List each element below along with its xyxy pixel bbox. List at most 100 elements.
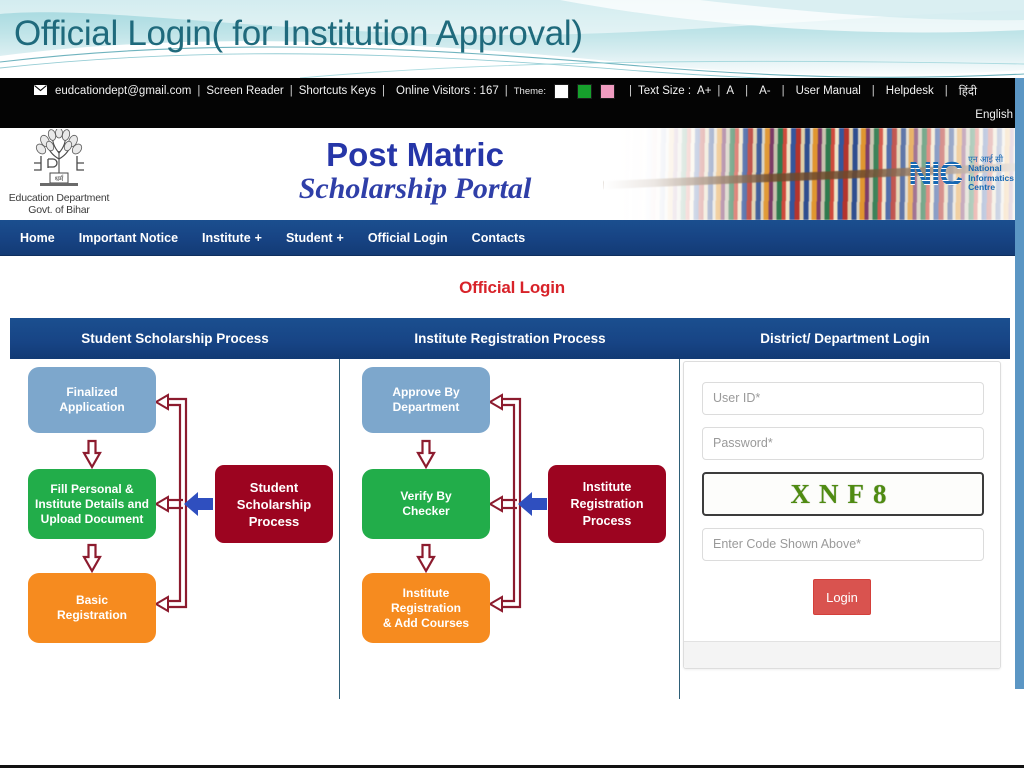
flow-node-institute-registration-process: Institute Registration Process <box>548 465 666 543</box>
login-button[interactable]: Login <box>813 579 871 615</box>
captcha-text: XNF8 <box>790 478 896 509</box>
login-panel-footer <box>684 641 1000 668</box>
emblem-line-1: Education Department <box>8 192 110 204</box>
separator: | <box>289 85 293 97</box>
email-address[interactable]: eudcationdept@gmail.com <box>52 85 194 97</box>
nav-item-official-login[interactable]: Official Login <box>356 220 460 256</box>
user-id-input[interactable] <box>702 382 984 415</box>
online-visitors: Online Visitors : 167 <box>396 85 499 97</box>
text-size-label: Text Size : <box>637 85 692 97</box>
panel-body: Finalized Application Fill Personal & In… <box>10 359 1010 699</box>
flow-node-line: Fill Personal & <box>50 481 134 496</box>
helpdesk-link[interactable]: Helpdesk <box>883 85 937 97</box>
bihar-government-emblem-icon: धर्म <box>34 129 84 186</box>
nav-label: Important Notice <box>78 230 179 245</box>
bihar-government-emblem: धर्म Education Department Govt. of Bihar <box>6 129 112 216</box>
nav-item-institute[interactable]: Institute + <box>190 220 274 256</box>
separator: | <box>382 85 386 97</box>
column-header-district-department-login: District/ Department Login <box>760 331 930 346</box>
password-input[interactable] <box>702 427 984 460</box>
flow-node-line: Finalized <box>66 385 118 399</box>
separator: | <box>871 85 875 97</box>
slide-title-band: Official Login( for Institution Approval… <box>0 0 1024 78</box>
page-content: Official Login Student Scholarship Proce… <box>0 256 1024 768</box>
user-manual-link[interactable]: User Manual <box>793 85 864 97</box>
flow-node-line: Approve By <box>392 385 460 399</box>
flow-node-line: Department <box>392 400 460 414</box>
nav-item-important-notice[interactable]: Important Notice <box>67 220 190 256</box>
language-hindi-link[interactable]: हिंदी <box>956 84 980 99</box>
column-header-institute-registration: Institute Registration Process <box>414 331 606 346</box>
separator: | <box>944 85 948 97</box>
flow-node-line: Student <box>249 479 299 495</box>
brand-line-1: Post Matric <box>326 136 504 173</box>
flow-diagram-institute: Approve By Department Verify By Checker <box>340 359 679 659</box>
separator: | <box>745 85 749 97</box>
text-size-normal[interactable]: A <box>723 85 737 97</box>
nic-logo: NIC एन आई सी National Informatics Centre <box>908 154 1014 193</box>
flow-node-line: Institute <box>582 479 632 494</box>
panel-header-row: Student Scholarship Process Institute Re… <box>10 318 1010 359</box>
column-student-scholarship-process: Finalized Application Fill Personal & In… <box>10 359 340 699</box>
separator: | <box>781 85 785 97</box>
brand-line-2: Scholarship Portal <box>298 172 532 205</box>
theme-label: Theme: <box>513 85 546 97</box>
flow-node-line: Verify By <box>400 489 452 503</box>
column-institute-registration-process: Approve By Department Verify By Checker <box>340 359 680 699</box>
nav-label: Institute <box>202 230 251 245</box>
flow-node-institute-registration-add-courses: Institute Registration & Add Courses <box>362 573 490 643</box>
flow-node-line: Institute Details and <box>34 496 150 511</box>
flow-node-line: Application <box>59 400 125 414</box>
theme-swatch-pink[interactable] <box>599 83 615 99</box>
nav-item-home[interactable]: Home <box>8 220 67 256</box>
flow-node-basic-registration: Basic Registration <box>28 573 156 643</box>
text-size-increase[interactable]: A+ <box>694 85 714 97</box>
screen-reader-link[interactable]: Screen Reader <box>203 85 286 97</box>
column-district-department-login: XNF8 Login <box>680 359 1010 699</box>
right-edge-strip <box>1015 78 1024 689</box>
website-screenshot: eudcationdept@gmail.com | Screen Reader … <box>0 78 1024 768</box>
shortcut-keys-link[interactable]: Shortcuts Keys <box>296 85 379 97</box>
emblem-line-2: Govt. of Bihar <box>28 204 90 216</box>
flow-node-line: Registration <box>56 608 127 622</box>
nav-label: Student <box>285 230 333 245</box>
svg-text:धर्म: धर्म <box>55 174 64 183</box>
flow-node-line: Process <box>582 513 632 528</box>
section-heading: Official Login <box>459 278 565 297</box>
process-panel: Student Scholarship Process Institute Re… <box>10 318 1010 699</box>
nav-item-student[interactable]: Student + <box>274 220 356 256</box>
language-english-link[interactable]: English <box>972 109 1016 121</box>
flow-node-finalized-application: Finalized Application <box>28 367 156 433</box>
theme-swatch-white[interactable] <box>553 83 569 99</box>
site-banner: धर्म Education Department Govt. of Bihar… <box>0 128 1024 220</box>
login-panel: XNF8 Login <box>683 361 1001 669</box>
chevron-plus-icon: + <box>254 230 262 245</box>
flow-node-line: Registration <box>570 496 644 511</box>
utility-bar: eudcationdept@gmail.com | Screen Reader … <box>0 78 1024 128</box>
flow-node-student-scholarship-process: Student Scholarship Process <box>215 465 333 543</box>
flow-node-line: Checker <box>402 504 450 518</box>
flow-node-line: Basic <box>75 593 108 607</box>
separator: | <box>504 85 508 97</box>
slide-canvas: Official Login( for Institution Approval… <box>0 0 1024 768</box>
page-title: Official Login( for Institution Approval… <box>14 14 583 53</box>
separator: | <box>717 85 721 97</box>
nic-line-3: Centre <box>968 182 996 192</box>
nav-item-contacts[interactable]: Contacts <box>460 220 537 256</box>
flow-node-fill-details: Fill Personal & Institute Details and Up… <box>28 469 156 539</box>
separator: | <box>197 85 201 97</box>
chevron-plus-icon: + <box>336 230 344 245</box>
flow-node-line: Scholarship <box>236 496 312 512</box>
separator: | <box>628 85 632 97</box>
captcha-image: XNF8 <box>702 472 984 516</box>
flow-node-verify-by-checker: Verify By Checker <box>362 469 490 539</box>
theme-swatch-green[interactable] <box>576 83 592 99</box>
text-size-decrease[interactable]: A- <box>756 85 774 97</box>
captcha-code-input[interactable] <box>702 528 984 561</box>
flow-node-line: Upload Document <box>40 511 144 526</box>
flow-node-line: & Add Courses <box>382 615 470 630</box>
flow-node-line: Process <box>248 513 300 529</box>
nav-label: Home <box>20 230 55 245</box>
flow-node-line: Registration <box>390 600 461 615</box>
nav-label: Contacts <box>471 230 526 245</box>
